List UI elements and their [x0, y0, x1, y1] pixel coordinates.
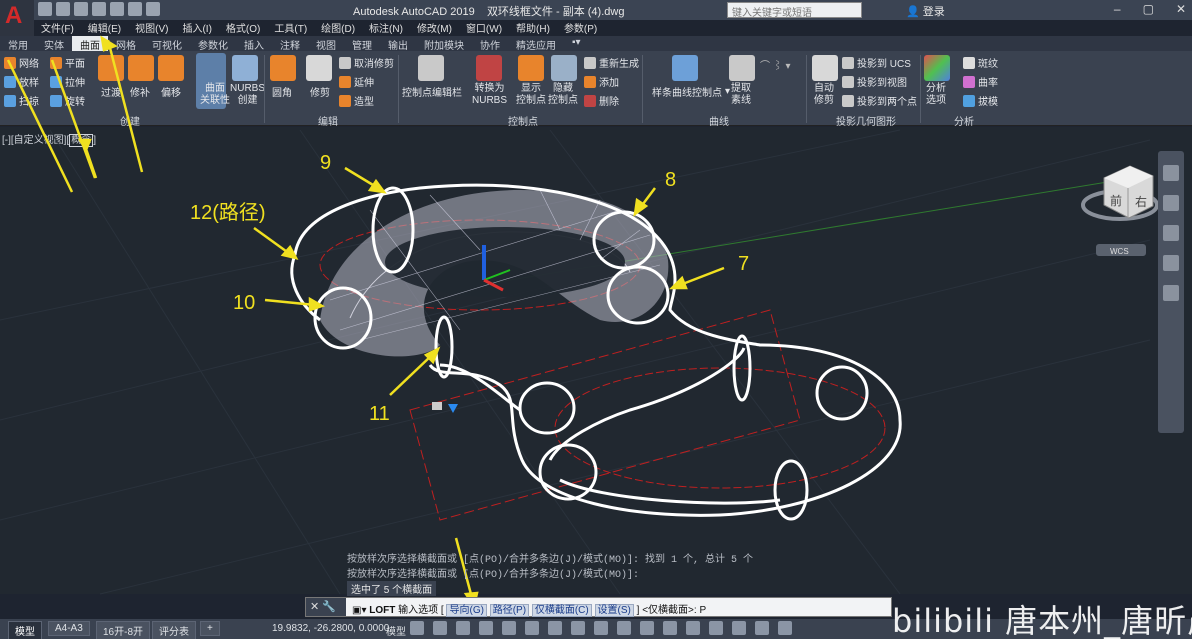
customize-icon[interactable]: 🔧 [322, 601, 336, 613]
model-space-toggle[interactable]: 模型 [386, 623, 406, 638]
tab-layout-a4a3[interactable]: A4-A3 [48, 621, 90, 636]
command-history-line: 选中了 5 个横截面 [347, 581, 437, 596]
command-line[interactable]: ✕ 🔧 ▣▾ LOFT 输入选项 [ 导向(G) 路径(P) 仅横截面(C) 设… [305, 597, 892, 617]
selection-cycling-icon[interactable] [640, 621, 654, 635]
annotation-visibility-icon[interactable] [755, 621, 769, 635]
ortho-icon[interactable] [479, 621, 493, 635]
annotation-7: 7 [738, 253, 749, 275]
orbit-icon[interactable] [1163, 255, 1179, 271]
lineweight-icon[interactable] [594, 621, 608, 635]
3d-osnap-icon[interactable] [663, 621, 677, 635]
cross-section-c[interactable] [518, 381, 576, 435]
pan-icon[interactable] [1163, 195, 1179, 211]
gizmo-icon[interactable] [732, 621, 746, 635]
object-snap-icon[interactable] [571, 621, 585, 635]
object-snap-tracking-icon[interactable] [548, 621, 562, 635]
grid-icon[interactable] [410, 621, 424, 635]
cross-section-b[interactable] [815, 365, 869, 421]
cross-section-e[interactable] [773, 459, 809, 521]
snap-icon[interactable] [433, 621, 447, 635]
option-settings[interactable]: 设置(S) [594, 604, 634, 617]
command-prompt[interactable]: ▣▾ LOFT 输入选项 [ 导向(G) 路径(P) 仅横截面(C) 设置(S)… [352, 601, 706, 617]
status-toggles [410, 621, 792, 635]
wcs-label: WCS [1110, 247, 1129, 256]
tab-layout-16k8k[interactable]: 16开-8开 [96, 621, 151, 639]
close-icon[interactable]: ✕ [310, 601, 319, 613]
navigation-bar [1158, 151, 1184, 433]
command-icon: ▣▾ [352, 605, 367, 616]
command-history-line: 按放样次序选择横截面或 [点(PO)/合并多条边(J)/模式(MO)]: [347, 570, 640, 581]
video-watermark: bilibili 唐本州_唐昕晨 [892, 602, 1192, 639]
autocad-window: Autodesk AutoCAD 2019 双环线框文件 - 副本 (4).dw… [0, 0, 1192, 639]
coordinate-readout[interactable]: 19.9832, -26.2800, 0.0000 [272, 623, 389, 634]
option-guides[interactable]: 导向(G) [446, 604, 487, 617]
option-path[interactable]: 路径(P) [489, 604, 530, 617]
drawing-canvas: 前 右 WCS 9 8 7 10 11 12(路径) [0, 35, 1159, 610]
isodraft-icon[interactable] [525, 621, 539, 635]
infer-icon[interactable] [456, 621, 470, 635]
viewcube-front-label[interactable]: 前 [1110, 193, 1122, 208]
add-layout-button[interactable]: + [200, 621, 220, 636]
command-history-line: 按放样次序选择横截面或 [点(PO)/合并多条边(J)/模式(MO)]: 找到 … [347, 555, 754, 566]
prompt-text: 输入选项 [398, 605, 439, 616]
cross-section-d[interactable] [538, 443, 598, 501]
annotation-8: 8 [665, 169, 676, 191]
transparency-icon[interactable] [617, 621, 631, 635]
viewcube[interactable]: 前 右 WCS [1081, 165, 1159, 256]
annotation-9: 9 [320, 152, 331, 174]
dynamic-ucs-icon[interactable] [686, 621, 700, 635]
annotation-11: 11 [369, 403, 390, 425]
annotation-12-path: 12(路径) [190, 201, 266, 224]
tab-layout-score[interactable]: 评分表 [152, 621, 196, 639]
zoom-icon[interactable] [1163, 225, 1179, 241]
showmotion-icon[interactable] [1163, 285, 1179, 301]
command-input[interactable]: P [699, 605, 706, 616]
option-cross-sections[interactable]: 仅横截面(C) [531, 604, 592, 617]
steering-wheel-icon[interactable] [1163, 165, 1179, 181]
viewcube-right-label[interactable]: 右 [1135, 194, 1147, 209]
lofted-torus-surface [320, 189, 669, 357]
polar-icon[interactable] [502, 621, 516, 635]
command-name: LOFT [369, 605, 396, 616]
selection-filter-icon[interactable] [709, 621, 723, 635]
auto-scale-icon[interactable] [778, 621, 792, 635]
tab-model[interactable]: 模型 [8, 621, 42, 639]
prompt-default: ] <仅横截面>: [636, 605, 697, 616]
command-line-controls: ✕ 🔧 [306, 598, 346, 616]
annotation-10: 10 [233, 292, 255, 314]
